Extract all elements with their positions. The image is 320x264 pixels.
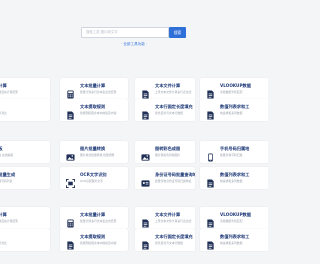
tool-card-description: 表格数据查找匹配 xyxy=(220,89,243,94)
tool-card-description: 图片格式批量转换 批量调整 xyxy=(80,152,115,157)
tool-card-title: 数值列表求和工 xyxy=(220,104,250,109)
tool-card-description: 批量查询身份证号码归属地址 xyxy=(155,178,192,183)
tool-card-description: 文本差异对比 xyxy=(0,240,7,245)
tool-card[interactable]: 号码批量生成批量生成号码列表 xyxy=(0,167,50,189)
ocr-icon xyxy=(66,173,75,188)
tool-card-title: 数据计算 xyxy=(0,212,7,217)
tool-card-title: 文本行固定长度填充 xyxy=(155,104,193,109)
search-header: 搜索工具 图片转文字 搜索 · 全部工具功能 · xyxy=(0,0,268,62)
tool-card-title: 图转彩色成图 xyxy=(155,146,181,151)
tool-card[interactable]: 文本文件计算 上传文本文件计算多行表达式 xyxy=(135,207,195,229)
search-input[interactable]: 搜索工具 图片转文字 xyxy=(81,27,169,38)
tool-card[interactable]: 数值列表求和工 快速求和多列数据 xyxy=(200,99,268,121)
tool-card-description: 上传文本文件计算多行表达式 xyxy=(155,218,192,223)
tool-card[interactable]: 图转彩色成图 图片转彩色风格图片 xyxy=(135,141,195,163)
tool-card[interactable]: 文本批量计算 批量计算多行文本表达式结果 xyxy=(60,78,128,100)
tool-card-description: OCR识别图片文字 xyxy=(80,178,103,183)
page: 搜索工具 图片转文字 搜索 · 全部工具功能 · 数据计算常用函数自动计算结果文… xyxy=(0,0,268,264)
tool-card-title: VLOOKUP数据 xyxy=(220,212,251,217)
tool-card-description: 表格数据查找匹配 xyxy=(220,218,243,223)
doc-icon xyxy=(206,105,215,120)
search-button[interactable]: 搜索 xyxy=(169,27,186,38)
tool-card[interactable]: 图帖板图片粘贴 在线编辑 xyxy=(0,141,50,163)
tool-card-title: 数值列表求和工 xyxy=(220,172,250,177)
tool-card-title: 文本提取规则 xyxy=(80,104,106,109)
calc-icon xyxy=(66,84,75,99)
tool-card-title: 图帖板 xyxy=(0,146,3,151)
tool-card[interactable]: 文本提取规则 按规则提取文本中的指定内容 xyxy=(60,99,128,121)
tool-card[interactable]: VLOOKUP数据 表格数据查找匹配 xyxy=(200,78,268,100)
tool-card-title: 数值列表求和工 xyxy=(220,234,250,239)
tool-card-title: 图片批量转换 xyxy=(80,146,106,151)
tool-card[interactable]: 数值列表求和工 快速求和多列数据 xyxy=(200,167,268,189)
tool-card-title: 数据计算 xyxy=(0,83,7,88)
tool-card-description: 按长度补齐文本行数据 xyxy=(155,110,183,115)
doc-icon xyxy=(141,105,150,120)
tool-card-description: 批量查询号码归属 xyxy=(220,152,243,157)
tool-card-title: 文本批量计算 xyxy=(80,83,106,88)
tool-card-title: 手机号码归属地 xyxy=(220,146,250,151)
tool-card[interactable]: 手机号码归属地 批量查询号码归属 xyxy=(200,141,268,163)
tool-card-description: 快速求和多列数据 xyxy=(220,178,243,183)
tool-card[interactable]: VLOOKUP数据 表格数据查找匹配 xyxy=(200,207,268,229)
tool-card[interactable]: 数值列表求和工 快速求和多列数据 xyxy=(200,229,268,251)
tool-card-description: 快速求和多列数据 xyxy=(220,110,243,115)
tool-card-description: 批量计算多行文本表达式结果 xyxy=(80,89,117,94)
tool-card-description: 快速求和多列数据 xyxy=(220,240,243,245)
doc-icon xyxy=(66,235,75,250)
tool-card[interactable]: OCR文字识别 OCR识别图片文字 xyxy=(60,167,128,189)
tool-card[interactable]: 文本文件计算 上传文本文件计算多行表达式 xyxy=(135,78,195,100)
tool-card-description: 批量计算多行文本表达式结果 xyxy=(80,218,117,223)
doc-icon xyxy=(206,213,215,228)
tool-card[interactable]: 文本批量计算 批量计算多行文本表达式结果 xyxy=(60,207,128,229)
tool-card-description: 批量生成号码列表 xyxy=(0,178,13,183)
doc-icon xyxy=(141,235,150,250)
tool-card[interactable]: 数据计算常用函数自动计算结果 xyxy=(0,78,50,100)
tool-card-description: 按规则提取文本中的指定内容 xyxy=(80,240,117,245)
tool-card-description: 按长度补齐文本行数据 xyxy=(155,240,183,245)
id-card-icon xyxy=(141,173,150,187)
tool-card-title: 文本行固定长度填充 xyxy=(155,234,193,239)
tool-card-title: 文本提取规则 xyxy=(80,234,106,239)
tool-card-description: 上传文本文件计算多行表达式 xyxy=(155,89,192,94)
tool-card-title: 文本文件计算 xyxy=(155,83,181,88)
tool-card-title: 文本文件计算 xyxy=(155,212,181,217)
all-tools-link[interactable]: · 全部工具功能 · xyxy=(121,42,147,47)
tool-card[interactable]: 对比文本差异对比 xyxy=(0,99,50,121)
tool-card-title: OCR文字识别 xyxy=(80,172,107,177)
tool-card-title: 文本批量计算 xyxy=(80,212,106,217)
doc-icon xyxy=(141,213,150,228)
image-icon xyxy=(141,147,150,161)
doc-icon xyxy=(206,235,215,250)
image-icon xyxy=(66,147,75,161)
tool-card-title: 号码批量生成 xyxy=(0,172,16,177)
tool-card-description: 常用函数自动计算结果 xyxy=(0,218,18,223)
tool-card[interactable]: 对比文本差异对比 xyxy=(0,229,50,251)
doc-icon xyxy=(206,173,215,188)
tool-card-description: 常用函数自动计算结果 xyxy=(0,89,18,94)
tool-card-title: VLOOKUP数据 xyxy=(220,83,251,88)
tool-card[interactable]: 文本行固定长度填充 按长度补齐文本行数据 xyxy=(135,99,195,121)
tool-card-description: 图片粘贴 在线编辑 xyxy=(0,152,14,157)
tool-card-description: 图片转彩色风格图片 xyxy=(155,152,181,157)
tool-card-description: 文本差异对比 xyxy=(0,110,7,115)
tool-card[interactable]: 图片批量转换 图片格式批量转换 批量调整 xyxy=(60,141,128,163)
doc-icon xyxy=(206,84,215,99)
tool-card[interactable]: 文本提取规则 按规则提取文本中的指定内容 xyxy=(60,229,128,251)
calc-icon xyxy=(66,213,75,228)
tool-card[interactable]: 文本行固定长度填充 按长度补齐文本行数据 xyxy=(135,229,195,251)
tool-card-title: 身份证号码批量查询地址 xyxy=(155,172,195,177)
tool-card-description: 按规则提取文本中的指定内容 xyxy=(80,110,117,115)
tool-card[interactable]: 数据计算常用函数自动计算结果 xyxy=(0,207,50,229)
doc-icon xyxy=(66,105,75,120)
tool-card[interactable]: 身份证号码批量查询地址批量查询身份证号码归属地址 xyxy=(135,167,195,189)
phone-icon xyxy=(206,147,215,162)
doc-icon xyxy=(141,84,150,99)
